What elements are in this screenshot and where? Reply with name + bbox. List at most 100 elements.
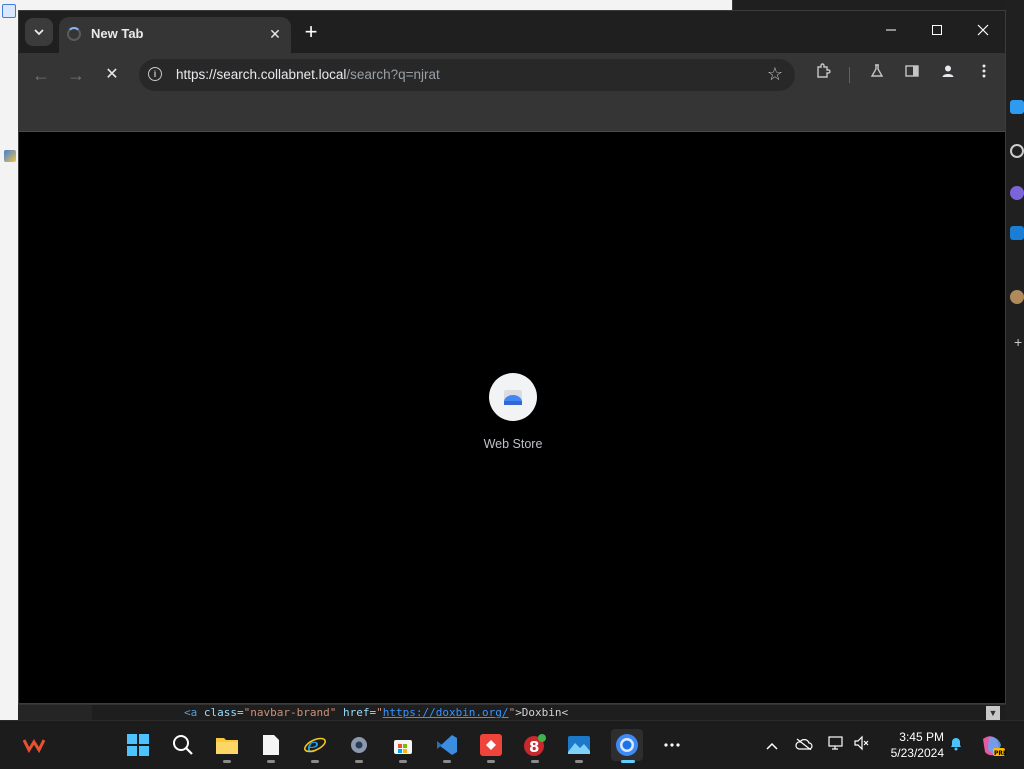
tab-new-tab[interactable]: New Tab ✕ [59,17,291,53]
add-icon[interactable]: + [1014,334,1022,350]
app-8-icon: 8 [524,734,546,756]
extensions-button[interactable] [811,63,835,87]
profile-button[interactable] [936,63,960,87]
taskbar-photos[interactable] [563,729,595,763]
taskbar-more[interactable] [656,729,688,761]
stop-loading-button[interactable]: ✕ [98,61,126,89]
back-button[interactable]: ← [27,61,55,89]
menu-button[interactable] [972,63,996,87]
background-file-icon [4,150,16,162]
running-indicator [355,760,363,763]
taskbar-anydesk[interactable] [475,729,507,763]
background-code-editor: <a class="navbar-brand" href="https://do… [18,704,1006,721]
maximize-icon [932,25,942,35]
code-attr-href: href= [342,706,377,719]
code-tag: <a [184,706,198,719]
url-text[interactable]: https://search.collabnet.local/search?q=… [176,67,440,82]
side-panel-icon [905,65,919,77]
edge-sidebar-icon[interactable] [1010,100,1024,114]
outlook-icon[interactable] [1010,226,1024,240]
flask-icon [870,64,884,77]
person-icon [942,65,954,77]
shortcut-label: Web Store [483,437,543,451]
maximize-button[interactable] [915,19,959,45]
url-path: /search?q=njrat [346,67,440,82]
code-text: >Doxbin< [515,706,569,719]
active-indicator [621,760,635,763]
bookmarks-bar [19,97,1005,132]
svg-text:8: 8 [529,738,539,756]
kebab-menu-icon [982,64,986,78]
taskbar-app-wps[interactable] [18,729,50,761]
svg-text:PRE: PRE [994,750,1006,757]
start-button[interactable] [122,729,154,761]
bookmark-star-icon[interactable]: ☆ [767,64,783,85]
taskbar-store[interactable] [387,729,419,763]
taskbar-file-explorer[interactable] [211,729,243,763]
taskbar-search[interactable] [167,729,199,761]
volume-muted-icon[interactable] [852,735,872,755]
clock-date: 5/23/2024 [890,746,944,760]
tab-search-button[interactable] [25,18,53,46]
more-icon [664,743,680,747]
browser-window: New Tab ✕ + ← → ✕ i https://search.colla… [18,10,1006,704]
taskbar-settings[interactable] [343,729,375,763]
tab-close-icon[interactable]: ✕ [265,24,285,44]
forward-button[interactable]: → [62,61,90,89]
web-store-icon [489,373,537,421]
tray-overflow-icon[interactable] [762,735,782,755]
chevron-down-icon [34,29,44,36]
copilot-icon[interactable] [1010,186,1024,200]
new-tab-button[interactable]: + [299,21,323,45]
settings-icon [351,737,367,753]
system-clock[interactable]: 3:45 PM 5/23/2024 [882,729,944,761]
wps-icon [23,739,45,753]
new-tab-page: Web Store [19,132,1005,703]
shortcut-web-store[interactable]: Web Store [481,373,545,451]
minimize-button[interactable] [869,19,913,45]
side-panel-button[interactable] [900,63,924,87]
editor-gutter [18,705,92,721]
clock-time: 3:45 PM [899,730,944,744]
taskbar-notepad[interactable] [255,729,287,763]
taskbar: e 8 3:45 PM 5/23/2024 PRE [0,720,1024,769]
notepad-icon [263,735,279,755]
notification-bell-icon[interactable] [946,735,966,755]
taskbar-app-8[interactable]: 8 [519,729,551,763]
start-icon [127,734,149,756]
running-indicator [399,760,407,763]
chrome-icon [616,734,638,756]
address-bar[interactable]: i https://search.collabnet.local/search?… [139,59,795,91]
labs-button[interactable] [865,63,889,87]
running-indicator [575,760,583,763]
search-icon [173,735,193,755]
copilot-pre-icon[interactable]: PRE [980,735,1007,757]
vscode-icon [437,735,457,755]
running-indicator [487,760,495,763]
taskbar-vscode[interactable] [431,729,463,763]
photos-icon [568,736,590,754]
anydesk-icon [480,734,502,756]
search-icon[interactable] [1010,144,1024,158]
toolbar-separator [849,67,850,83]
taskbar-internet-explorer[interactable]: e [299,729,331,763]
code-attr-class: class= [203,706,244,719]
loading-spinner-icon [67,27,81,41]
background-app-icon [2,4,16,18]
profile-icon[interactable] [1010,290,1024,304]
running-indicator [311,760,319,763]
site-info-icon[interactable]: i [148,67,162,81]
close-window-button[interactable] [961,19,1005,45]
background-window-right: + [1006,0,1024,720]
minimize-icon [886,29,896,31]
code-link[interactable]: https://doxbin.org/ [383,706,509,719]
browser-toolbar: ← → ✕ i https://search.collabnet.local/s… [19,53,1005,97]
code-line: <a class="navbar-brand" href="https://do… [184,706,569,719]
network-icon[interactable] [826,735,846,755]
taskbar-chrome[interactable] [611,729,643,763]
scroll-down-icon[interactable]: ▼ [986,706,1000,720]
onedrive-icon[interactable] [794,735,814,755]
background-window-top [732,0,1024,10]
code-val-class: "navbar-brand" [243,706,337,719]
running-indicator [443,760,451,763]
